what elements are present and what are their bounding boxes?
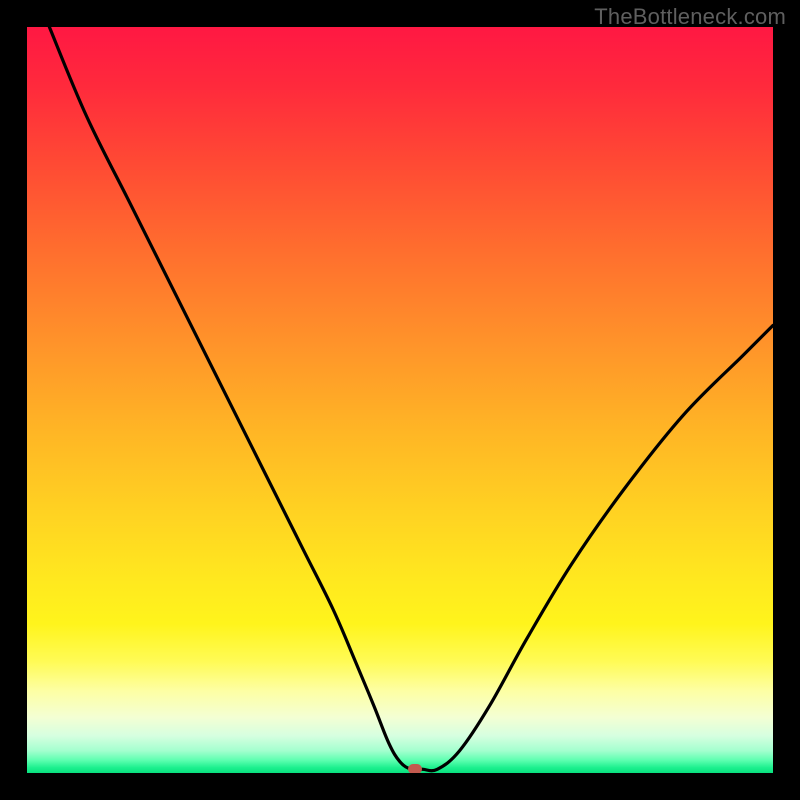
- plot-area: [27, 27, 773, 773]
- bottleneck-curve: [49, 27, 773, 771]
- curve-svg: [27, 27, 773, 773]
- chart-frame: TheBottleneck.com: [0, 0, 800, 800]
- watermark-text: TheBottleneck.com: [594, 4, 786, 30]
- optimal-point-marker: [408, 764, 422, 773]
